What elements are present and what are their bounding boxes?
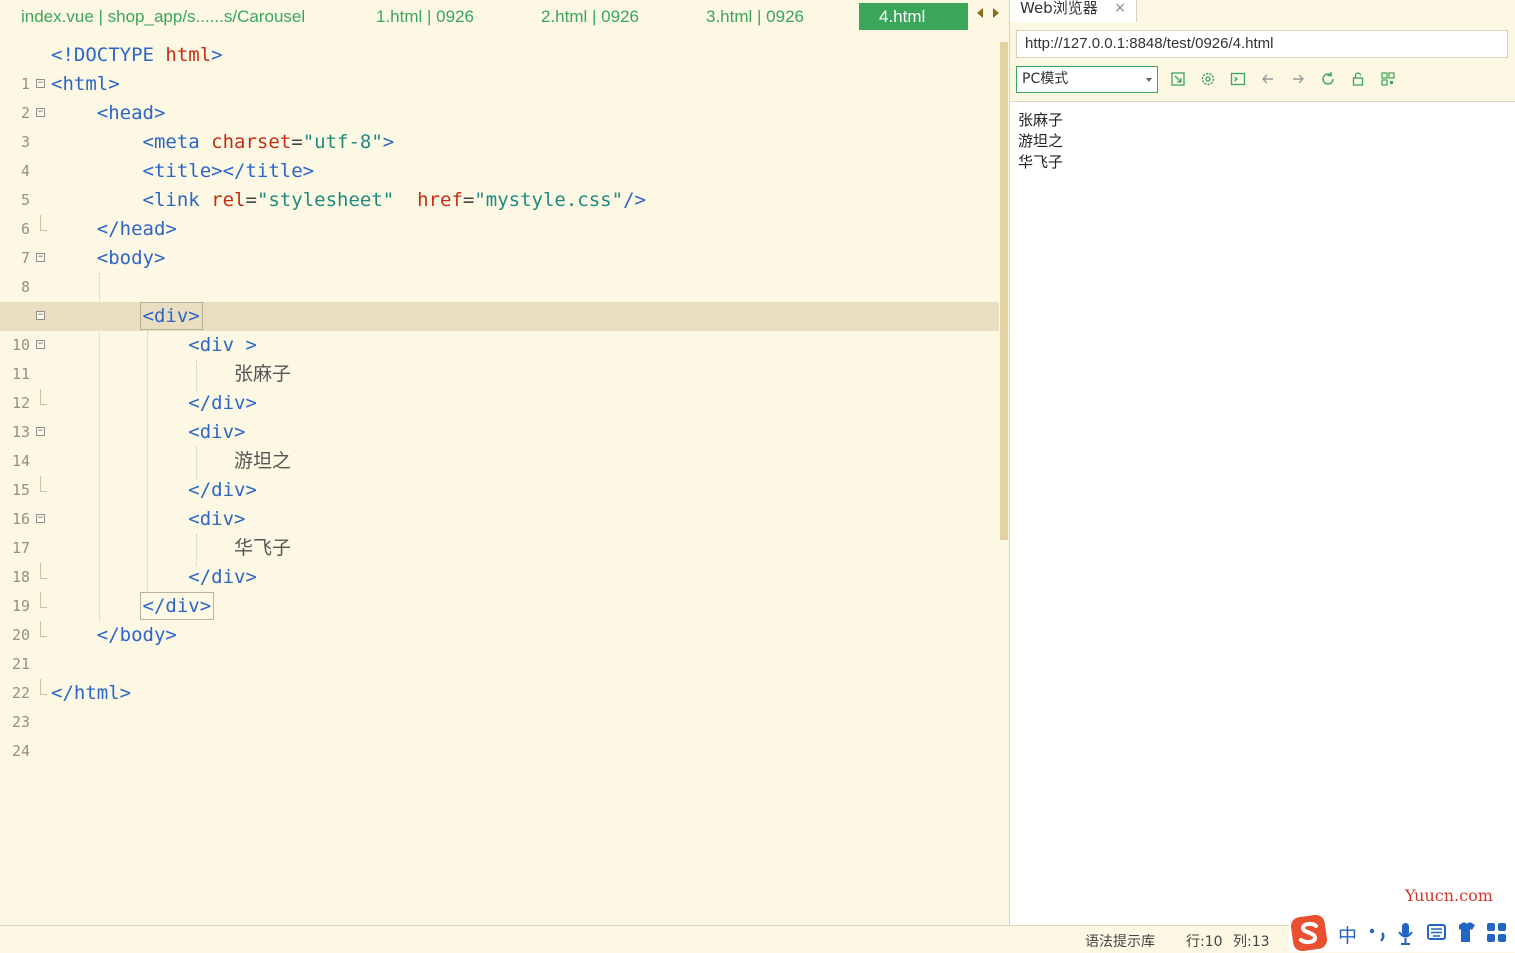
code-line: 22 — [11, 684, 30, 702]
watermark: Yuucn.com — [1405, 886, 1493, 905]
status-bar: 语法提示库 行:10 列:13 — [0, 925, 1515, 953]
fold-end-marker — [40, 563, 47, 579]
fold-end-marker — [40, 679, 47, 695]
fold-toggle-icon[interactable]: − — [36, 311, 45, 320]
close-icon[interactable]: × — [1114, 0, 1126, 17]
browser-toolbar: http://127.0.0.1:8848/test/0926/4.html P… — [1010, 22, 1515, 102]
url-input[interactable]: http://127.0.0.1:8848/test/0926/4.html — [1016, 30, 1508, 58]
ime-chinese-mode[interactable]: 中 — [1338, 925, 1357, 947]
code-line: 8 − <body> — [20, 247, 166, 296]
fold-toggle-icon[interactable]: − — [36, 253, 45, 262]
web-browser-panel: Web浏览器 × http://127.0.0.1:8848/test/0926… — [1009, 0, 1515, 925]
code-line: 15 游坦之 — [11, 450, 292, 499]
ime-toolbar[interactable]: 中 — [1289, 914, 1515, 952]
code-line: 14 − <div> — [11, 421, 246, 470]
code-line-current: 10 − <div> — [0, 302, 1000, 354]
device-mode-label: PC模式 — [1022, 71, 1069, 87]
code-line: 1 <!DOCTYPE html> — [20, 44, 223, 93]
rendered-text: 华飞子 — [1018, 153, 1064, 171]
code-line: 4 <meta charset="utf-8"> — [20, 131, 395, 180]
code-line: 12 张麻子 — [11, 363, 292, 412]
back-arrow-icon[interactable] — [1259, 70, 1277, 88]
code-line: 9 — [0, 273, 1000, 325]
code-editor[interactable]: index.vue | shop_app/s......s/Carousel 1… — [0, 0, 1008, 925]
code-area[interactable]: 1 <!DOCTYPE html> 2 − <html> 3 − <head> … — [0, 41, 1000, 760]
tab-scroll-right-icon[interactable] — [993, 8, 999, 18]
browser-tab[interactable]: Web浏览器 × — [1010, 0, 1137, 22]
refresh-icon[interactable] — [1319, 70, 1337, 88]
code-line: 17 − <div> — [11, 508, 246, 557]
tab-3-html[interactable]: 3.html | 0926 — [706, 3, 804, 30]
tab-1-html[interactable]: 1.html | 0926 — [376, 3, 474, 30]
code-line: 11 − <div > — [11, 334, 257, 383]
browser-tab-bar: Web浏览器 × — [1010, 0, 1515, 22]
code-line: 3 − <head> — [20, 102, 166, 151]
code-line: 5 <title></title> — [20, 160, 315, 209]
open-external-icon[interactable] — [1169, 70, 1187, 88]
fold-toggle-icon[interactable]: − — [36, 108, 45, 117]
fold-toggle-icon[interactable]: − — [36, 340, 45, 349]
settings-icon[interactable] — [1199, 70, 1217, 88]
forward-arrow-icon[interactable] — [1289, 70, 1307, 88]
code-line: 18 华飞子 — [11, 537, 292, 586]
tab-2-html[interactable]: 2.html | 0926 — [541, 3, 639, 30]
fold-end-marker — [40, 476, 47, 492]
code-line: 2 − <html> — [20, 73, 120, 122]
code-line: 24 — [11, 742, 30, 760]
editor-tab-bar: index.vue | shop_app/s......s/Carousel 1… — [0, 0, 1008, 32]
code-line: 16 </div> — [0, 476, 1000, 528]
lock-icon[interactable] — [1349, 70, 1367, 88]
qr-code-icon[interactable] — [1379, 70, 1397, 88]
rendered-text: 游坦之 — [1018, 132, 1064, 150]
chevron-down-icon — [1146, 78, 1152, 82]
code-line: 23 </html> — [0, 679, 1000, 731]
fold-toggle-icon[interactable]: − — [36, 427, 45, 436]
editor-scrollbar-thumb[interactable] — [1000, 42, 1008, 540]
rendered-page: 张麻子 游坦之 华飞子 — [1018, 110, 1063, 173]
browser-tab-label: Web浏览器 — [1020, 0, 1098, 17]
console-icon[interactable] — [1229, 70, 1247, 88]
fold-end-marker — [40, 592, 47, 608]
fold-end-marker — [40, 389, 47, 405]
code-line: 19 </div> — [0, 563, 1000, 615]
sogou-logo-icon[interactable] — [1290, 914, 1328, 952]
fold-end-marker — [40, 215, 47, 231]
fold-end-marker — [40, 621, 47, 637]
code-line: 7 </head> — [0, 215, 1000, 267]
device-mode-select[interactable]: PC模式 — [1016, 66, 1158, 93]
code-line: 13 </div> — [0, 389, 1000, 441]
fold-toggle-icon[interactable]: − — [36, 79, 45, 88]
tab-scroll-left-icon[interactable] — [977, 8, 983, 18]
tab-4-html[interactable]: 4.html — [859, 3, 968, 30]
code-line: 6 <link rel="stylesheet" href="mystyle.c… — [20, 189, 646, 238]
rendered-text: 张麻子 — [1018, 111, 1064, 129]
syntax-library-button[interactable]: 语法提示库 — [1085, 931, 1155, 951]
cursor-column: 列:13 — [1233, 934, 1270, 950]
fold-toggle-icon[interactable]: − — [36, 514, 45, 523]
cursor-row: 行:10 — [1186, 934, 1223, 950]
tab-index-vue[interactable]: index.vue | shop_app/s......s/Carousel — [21, 3, 305, 30]
code-line: 21 </body> — [0, 621, 1000, 673]
code-line: 20 </div> — [0, 592, 1000, 644]
